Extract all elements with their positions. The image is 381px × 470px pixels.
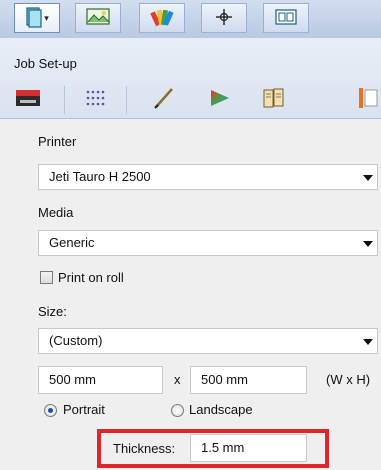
media-select[interactable]: Generic: [38, 230, 378, 256]
chevron-down-icon[interactable]: [363, 339, 373, 345]
toolbar-color-swatches-button[interactable]: [139, 3, 185, 33]
tab-divider: [126, 86, 127, 114]
size-label: Size:: [38, 304, 67, 319]
image-layout-icon: [85, 7, 111, 30]
book-binding-icon: [261, 86, 287, 113]
toolbar-frame-layout-button[interactable]: [263, 3, 309, 33]
printer-select[interactable]: Jeti Tauro H 2500: [38, 164, 378, 190]
document-icon: [355, 86, 379, 113]
chevron-down-icon[interactable]: ▾: [44, 13, 49, 24]
tab-divider: [64, 86, 65, 114]
chevron-down-icon[interactable]: [363, 241, 373, 247]
tab-printer[interactable]: [14, 86, 42, 112]
tab-document[interactable]: [353, 86, 381, 112]
portrait-radio[interactable]: [44, 404, 57, 417]
toolbar-image-layout-button[interactable]: [75, 3, 121, 33]
tab-color[interactable]: [206, 86, 234, 112]
wh-label: (W x H): [326, 372, 371, 387]
frame-layout-icon: [274, 7, 298, 30]
job-setup-title: Job Set-up: [14, 56, 77, 71]
toolbar-crosshair-button[interactable]: [201, 3, 247, 33]
print-on-roll-label: Print on roll: [58, 270, 124, 285]
tab-binding[interactable]: [260, 86, 288, 112]
media-select-value: Generic: [49, 235, 95, 250]
pen-icon: [152, 86, 176, 113]
width-input[interactable]: 500 mm: [38, 366, 163, 394]
printer-icon: [14, 86, 42, 113]
book-icon: [25, 6, 43, 31]
portrait-label: Portrait: [63, 402, 105, 417]
landscape-label: Landscape: [189, 402, 253, 417]
height-input[interactable]: 500 mm: [190, 366, 307, 394]
job-setup-header: Job Set-up: [0, 38, 381, 119]
color-triangle-icon: [208, 87, 232, 112]
top-toolbar: ▾: [0, 0, 381, 39]
printer-select-value: Jeti Tauro H 2500: [49, 169, 151, 184]
toolbar-book-button[interactable]: ▾: [14, 3, 60, 33]
media-label: Media: [38, 205, 74, 220]
chevron-down-icon[interactable]: [363, 175, 373, 181]
times-label: x: [174, 372, 181, 387]
tab-pen[interactable]: [150, 86, 178, 112]
printer-label: Printer: [38, 134, 77, 149]
print-on-roll-checkbox[interactable]: [40, 271, 53, 284]
size-select-value: (Custom): [49, 333, 103, 348]
thickness-highlight-box: [97, 429, 329, 468]
grid-icon: [84, 88, 108, 111]
landscape-radio[interactable]: [171, 404, 184, 417]
size-select[interactable]: (Custom): [38, 328, 378, 354]
tab-grid[interactable]: [82, 86, 110, 112]
color-swatches-icon: [150, 6, 174, 31]
crosshair-icon: [214, 7, 234, 30]
